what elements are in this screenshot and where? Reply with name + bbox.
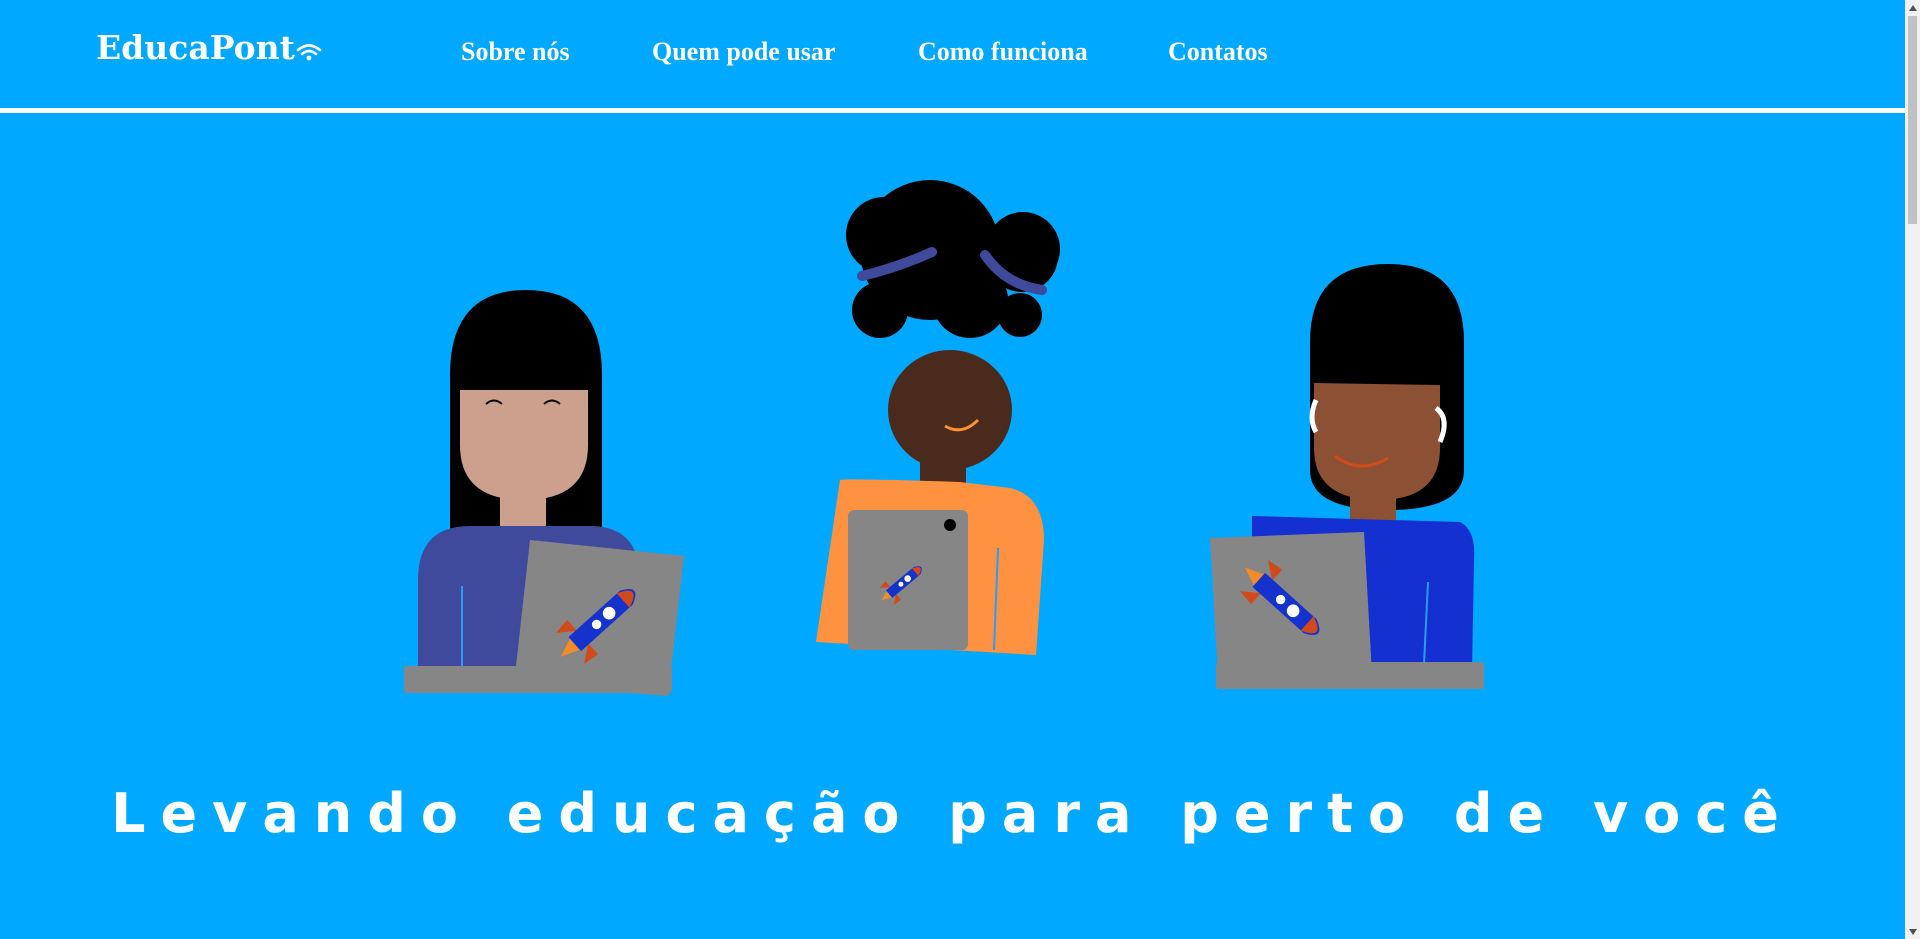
scroll-down-arrow-icon[interactable] [1905, 924, 1920, 939]
nav-link-sobre-nos[interactable]: Sobre nós [461, 37, 570, 67]
nav-link-contatos[interactable]: Contatos [1168, 37, 1268, 67]
student-right-figure [1210, 264, 1484, 689]
brand-logo[interactable]: EducaPont [96, 28, 322, 67]
hero-illustration [404, 180, 1484, 696]
vertical-scrollbar[interactable] [1905, 0, 1920, 939]
site-header: EducaPont Sobre nós Quem pode usar Como … [0, 0, 1905, 113]
scrollbar-thumb[interactable] [1908, 16, 1917, 224]
nav-link-como-funciona[interactable]: Como funciona [918, 37, 1088, 67]
nav-link-quem-pode-usar[interactable]: Quem pode usar [652, 37, 835, 67]
student-middle-figure [816, 180, 1060, 655]
hero-headline: Levando educação para perto de você [111, 782, 1794, 845]
wifi-icon [296, 44, 322, 61]
brand-name: EducaPont [96, 28, 295, 67]
scroll-up-arrow-icon[interactable] [1905, 0, 1920, 15]
student-left-figure [404, 290, 684, 696]
